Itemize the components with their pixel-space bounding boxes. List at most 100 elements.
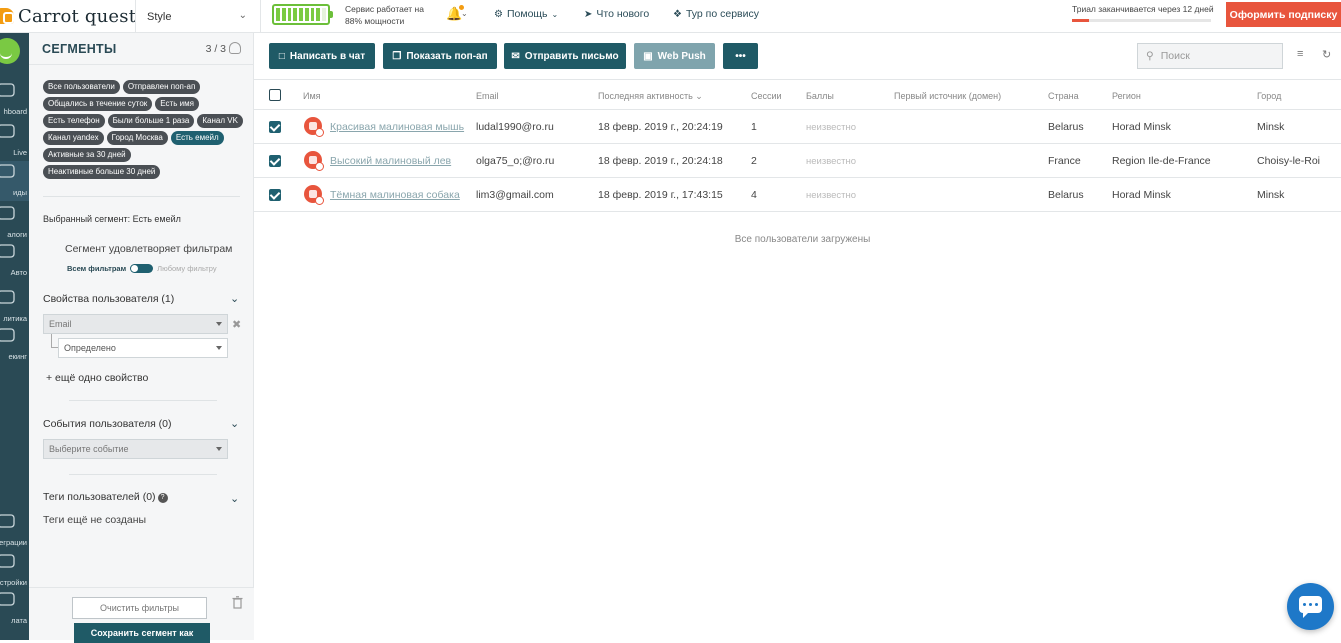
push-icon: ▣ (643, 50, 653, 62)
row-user-name[interactable]: Тёмная малиновая собака (330, 189, 460, 201)
select-all-checkbox[interactable] (269, 89, 281, 101)
whats-new-label: Что нового (596, 8, 650, 20)
remove-icon[interactable]: ✖ (232, 318, 241, 331)
selected-segment: Выбранный сегмент: Есть емейл (43, 214, 181, 224)
battery-cell (310, 8, 315, 21)
any-filter-option[interactable]: Любому фильтру (157, 264, 216, 273)
web-push-button[interactable]: ▣ Web Push (634, 43, 715, 69)
segment-tag[interactable]: Неактивные больше 30 дней (43, 165, 161, 179)
rail-item[interactable]: hboard (0, 80, 29, 120)
segment-tag[interactable]: Город Москва (106, 131, 168, 145)
row-country: France (1048, 155, 1081, 167)
auto-icon (0, 244, 15, 258)
rail-item-label: Live (13, 148, 27, 157)
col-first-source[interactable]: Первый источник (домен) (894, 91, 1001, 101)
rail-item[interactable]: алоги (0, 203, 29, 243)
col-score[interactable]: Баллы (806, 91, 834, 101)
row-score: неизвестно (806, 122, 857, 133)
table-row[interactable]: Тёмная малиновая собака lim3@gmail.com 18 … (254, 178, 1341, 212)
segment-tag[interactable]: Отправлен поп-ап (122, 80, 201, 94)
row-city: Minsk (1257, 121, 1285, 133)
rail-item[interactable]: лата (0, 589, 29, 629)
refresh-icon[interactable]: ↻ (1322, 48, 1331, 61)
col-city[interactable]: Город (1257, 91, 1281, 101)
rail-item[interactable]: еграции (0, 511, 29, 551)
analytics-icon (0, 290, 15, 304)
rail-item-label: литика (3, 314, 27, 323)
prop-condition-select[interactable]: Определено (58, 338, 228, 358)
segment-tag[interactable]: Общались в течение суток (43, 97, 153, 111)
segment-tag[interactable]: Активные за 30 дней (43, 148, 131, 162)
help-link[interactable]: ⚙ Помощь ⌄ (494, 8, 558, 20)
filter-mode-toggle[interactable] (130, 264, 154, 273)
user-avatar-icon (304, 117, 324, 137)
rail-item[interactable]: Live (0, 121, 29, 161)
chevron-down-icon[interactable]: ⌄ (230, 492, 239, 505)
col-region[interactable]: Регион (1112, 91, 1141, 101)
all-filters-option[interactable]: Всем фильтрам (67, 264, 126, 273)
row-last-activity: 18 февр. 2019 г., 17:43:15 (598, 189, 723, 201)
more-actions-button[interactable]: ••• (723, 43, 758, 69)
row-user-name[interactable]: Высокий малиновый лев (330, 155, 451, 167)
chevron-down-icon[interactable]: ⌄ (230, 292, 239, 305)
segment-tag[interactable]: Были больше 1 раза (107, 114, 195, 128)
show-popup-label: Показать поп-ап (406, 50, 488, 62)
help-icon[interactable]: ? (157, 493, 168, 503)
add-property-link[interactable]: + ещё одно свойство (46, 372, 148, 384)
event-select[interactable]: Выберите событие (43, 439, 228, 459)
row-score: неизвестно (806, 156, 857, 167)
logo[interactable]: Carrot quest (0, 3, 136, 29)
avatar[interactable] (0, 38, 20, 64)
col-name[interactable]: Имя (303, 91, 321, 101)
subscribe-button[interactable]: Оформить подписку (1226, 2, 1341, 27)
col-last-activity[interactable]: Последняя активность ⌄ (598, 91, 703, 102)
rail-item[interactable]: екинг (0, 325, 29, 365)
col-country[interactable]: Страна (1048, 91, 1079, 101)
chevron-down-icon[interactable]: ⌄ (230, 417, 239, 430)
column-settings-icon[interactable]: ≡ (1297, 48, 1303, 60)
tour-link[interactable]: ❖ Тур по сервису (673, 8, 759, 20)
send-email-button[interactable]: ✉ Отправить письмо (504, 43, 626, 69)
row-checkbox[interactable] (269, 121, 281, 133)
prop-field-select[interactable]: Email (43, 314, 228, 334)
segment-tag[interactable]: Канал yandex (43, 131, 104, 145)
user-icon[interactable] (229, 42, 241, 54)
segment-tag[interactable]: Есть емейл (170, 131, 224, 145)
row-email: lim3@gmail.com (476, 189, 554, 201)
segment-tag[interactable]: Есть телефон (43, 114, 105, 128)
trash-icon[interactable] (232, 596, 243, 609)
row-checkbox[interactable] (269, 155, 281, 167)
search-input[interactable]: ⚲ Поиск (1137, 43, 1283, 69)
col-sessions[interactable]: Сессии (751, 91, 782, 101)
col-email[interactable]: Email (476, 91, 499, 101)
clear-filters-button[interactable]: Очистить фильтры (72, 597, 207, 619)
segment-tag[interactable]: Канал VK (197, 114, 243, 128)
whats-new-link[interactable]: ➤ Что нового (584, 8, 649, 20)
top-bar: Carrot quest Style ⌄ Сервис работает на … (0, 0, 1341, 33)
chevron-down-icon[interactable]: ⌄ (461, 9, 468, 18)
rail-item[interactable]: иды (0, 161, 29, 201)
row-checkbox[interactable] (269, 189, 281, 201)
chat-widget-button[interactable] (1287, 583, 1334, 630)
envelope-icon: ✉ (511, 50, 520, 62)
rail-item[interactable]: Авто (0, 241, 29, 281)
user-tags-title: Теги пользователей (0)? (43, 491, 168, 503)
segment-tags: Все пользователи Отправлен поп-ап Общались… (43, 80, 243, 179)
row-user-name[interactable]: Красивая малиновая мышь (330, 121, 464, 133)
bell-icon[interactable]: 🔔 (446, 5, 465, 22)
segment-tag[interactable]: Есть имя (155, 97, 199, 111)
rail-item[interactable]: литика (0, 287, 29, 327)
logo-text: Carrot quest (18, 5, 137, 27)
dialogs-icon (0, 206, 15, 220)
row-email: ludal1990@ro.ru (476, 121, 554, 133)
battery-cell (287, 8, 292, 21)
no-tags-text: Теги ещё не созданы (43, 514, 147, 526)
rail-item[interactable]: стройки (0, 551, 29, 591)
project-select[interactable]: Style ⌄ (136, 0, 256, 33)
show-popup-button[interactable]: ❐ Показать поп-ап (383, 43, 497, 69)
segment-tag[interactable]: Все пользователи (43, 80, 120, 94)
write-chat-button[interactable]: □ Написать в чат (269, 43, 375, 69)
table-row[interactable]: Высокий малиновый лев olga75_o;@ro.ru 18 ф… (254, 144, 1341, 178)
save-segment-button[interactable]: Сохранить сегмент как (74, 623, 210, 643)
table-row[interactable]: Красивая малиновая мышь ludal1990@ro.ru 18… (254, 110, 1341, 144)
